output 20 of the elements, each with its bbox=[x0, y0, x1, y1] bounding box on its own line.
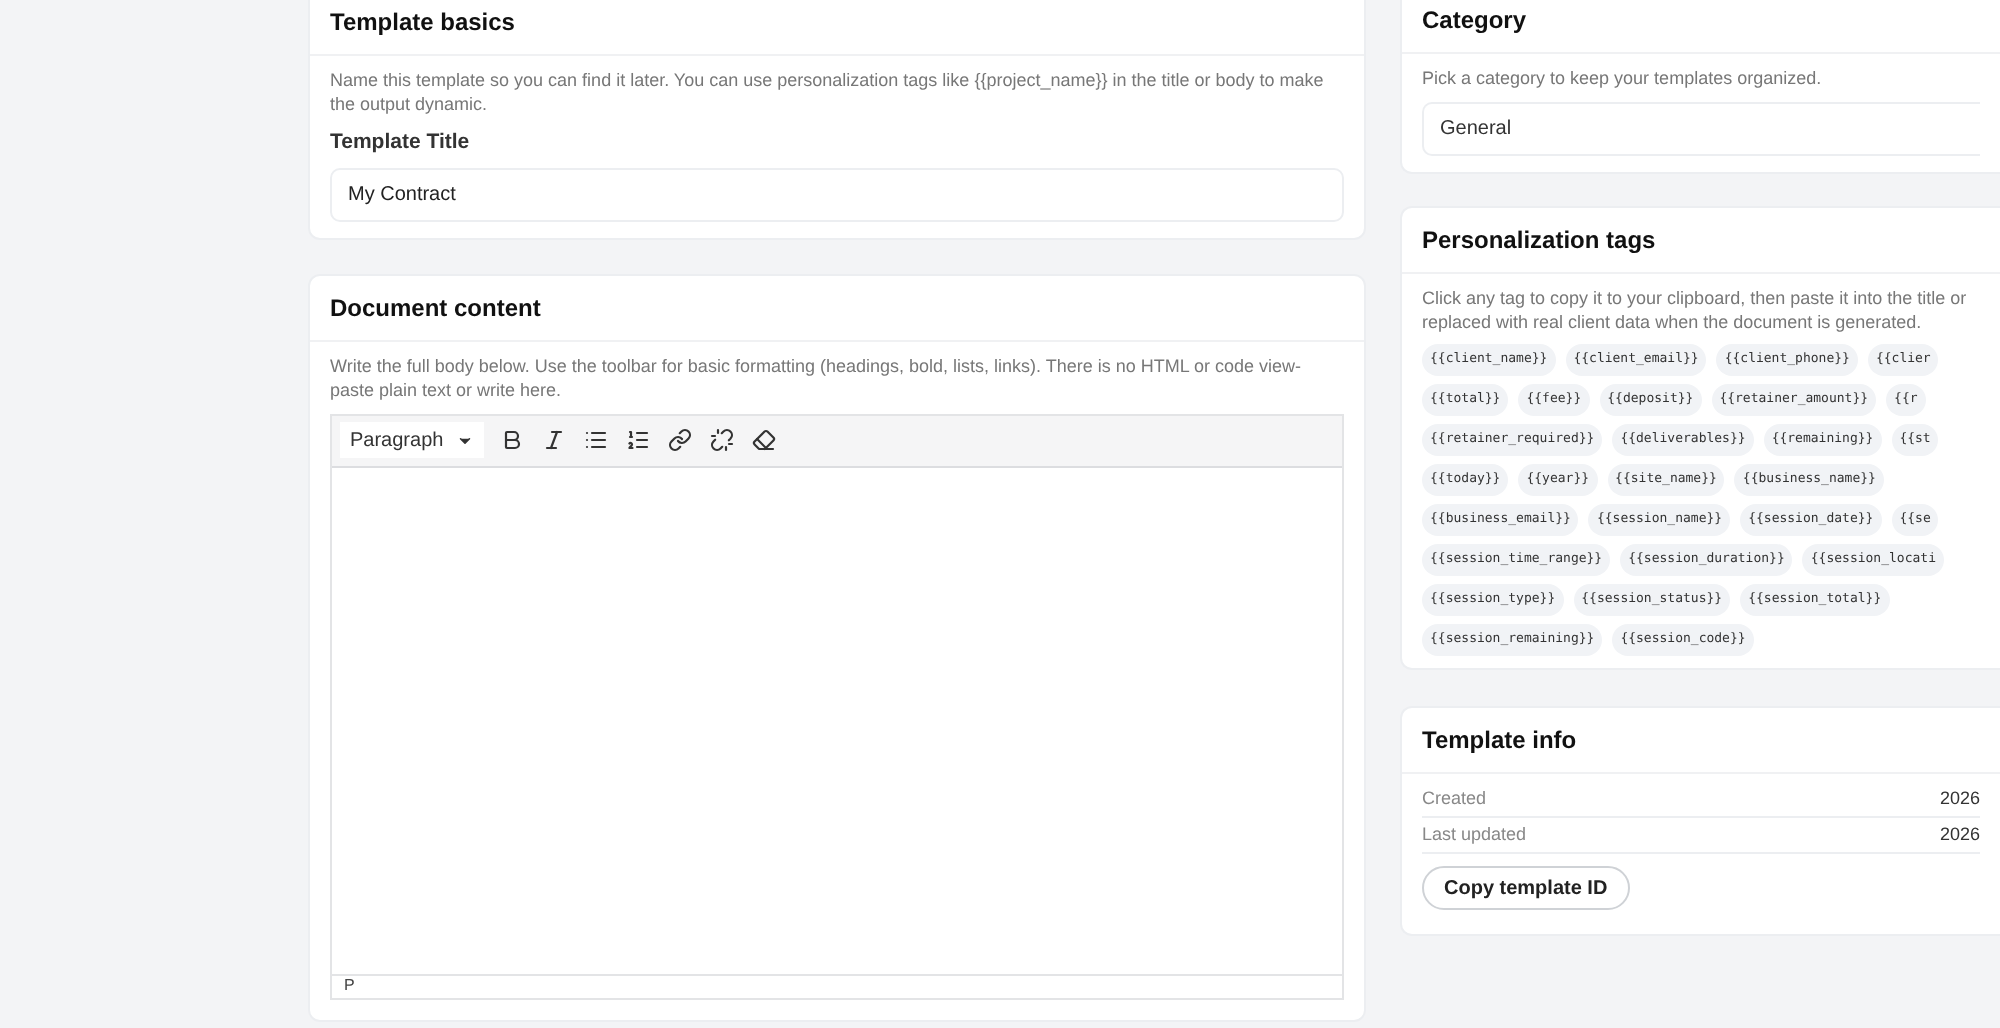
card-title: Personalization tags bbox=[1422, 226, 1656, 254]
element-path: P bbox=[344, 974, 355, 999]
card-description: Pick a category to keep your templates organized. bbox=[1422, 66, 1824, 90]
info-label: Last updated bbox=[1422, 821, 1527, 848]
copy-id-button[interactable]: Copy template ID bbox=[1422, 866, 1630, 910]
card-title: Template info bbox=[1422, 726, 1577, 754]
card-description: replaced with real client data when the document is generated. bbox=[1422, 310, 1924, 334]
card-description: Write the full body below. Use the toolbar for basic formatting (headings, bold, lists, links). There is no HTML or code view-paste plain text or write here. bbox=[330, 353, 1304, 402]
info-value: 2026 bbox=[1939, 821, 1980, 848]
category-select[interactable]: General bbox=[1422, 102, 1980, 156]
card-title: Category bbox=[1422, 6, 1527, 34]
info-value: 2026 bbox=[1939, 785, 1980, 812]
block-format-dropdown[interactable]: Paragraph bbox=[340, 422, 484, 459]
card-title: Template basics bbox=[330, 8, 515, 36]
field-label: Template Title bbox=[330, 128, 472, 158]
title-input[interactable]: My Contract bbox=[330, 167, 1344, 222]
card-description: Name this template so you can find it later. You can use personalization tags like {{project_name}} in the title or body to make the output dynamic. bbox=[330, 68, 1326, 116]
info-label: Created bbox=[1422, 785, 1487, 812]
card-title: Document content bbox=[330, 293, 541, 322]
card-description: Click any tag to copy it to your clipboard, then paste it into the title or bbox=[1422, 286, 1969, 310]
